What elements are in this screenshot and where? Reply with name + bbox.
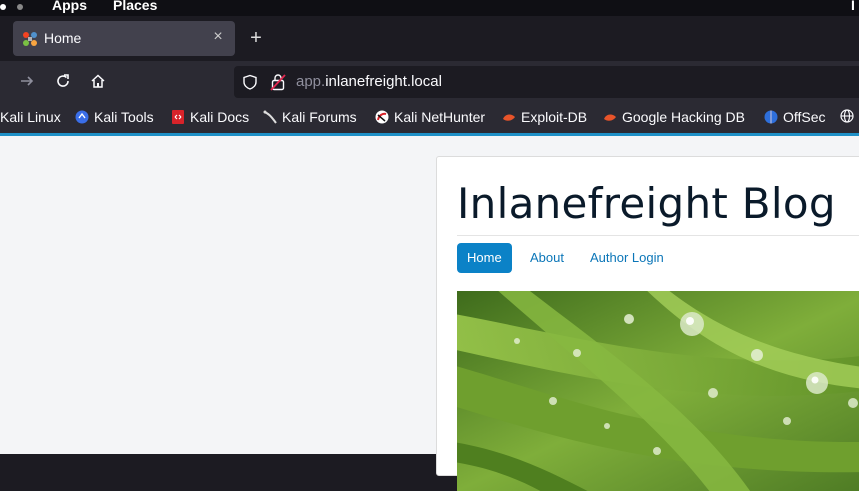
tracking-protection-shield-icon[interactable]: [242, 74, 258, 90]
nav-about-link[interactable]: About: [520, 243, 574, 273]
tab-title: Home: [44, 30, 82, 46]
bookmark-offsec[interactable]: OffSec: [764, 109, 826, 125]
ghdb-icon: [604, 114, 616, 121]
arrow-right-icon: [21, 76, 34, 86]
kali-nethunter-icon: [375, 110, 389, 124]
url-text[interactable]: app.inlanefreight.local: [296, 73, 442, 90]
bookmark-label: Kali Linux: [0, 109, 61, 125]
bookmark-label: Google Hacking DB: [622, 109, 745, 125]
blog-title: Inlanefreight Blog: [457, 179, 836, 228]
bookmark-more[interactable]: [840, 109, 859, 123]
nav-author-login-link[interactable]: Author Login: [580, 243, 674, 273]
bookmark-label: Kali NetHunter: [394, 109, 486, 125]
home-button[interactable]: [84, 69, 112, 95]
home-icon: [91, 74, 105, 88]
bookmarks-toolbar: Kali Linux Kali Tools Kali Docs Kali For…: [0, 103, 859, 133]
bookmark-google-hacking-db[interactable]: Google Hacking DB: [603, 109, 745, 125]
bookmark-kali-docs[interactable]: Kali Docs: [171, 109, 249, 125]
globe-icon: [840, 109, 854, 123]
blog-container: Inlanefreight Blog Home About Author Log…: [436, 156, 859, 491]
nav-home-link[interactable]: Home: [457, 243, 512, 273]
tab-home[interactable]: Home ×: [13, 21, 235, 56]
hero-image-grass-dew: [457, 291, 859, 491]
bookmark-label: Kali Tools: [94, 109, 154, 125]
hero-image-svg: [457, 291, 859, 491]
places-menu[interactable]: Places: [113, 0, 157, 13]
bookmark-kali-tools[interactable]: Kali Tools: [75, 109, 154, 125]
kali-docs-icon: [172, 110, 184, 124]
close-tab-icon[interactable]: ×: [209, 27, 227, 47]
bookmark-exploit-db[interactable]: Exploit-DB: [502, 109, 587, 125]
kali-forums-icon: [263, 110, 277, 124]
bookmark-kali-nethunter[interactable]: Kali NetHunter: [375, 109, 485, 125]
reload-button[interactable]: [49, 69, 77, 95]
workspace-dot-active: [0, 4, 6, 10]
bookmark-label: Exploit-DB: [521, 109, 588, 125]
bookmark-kali-forums[interactable]: Kali Forums: [263, 109, 357, 125]
insecure-lock-icon[interactable]: [270, 73, 286, 91]
apps-menu[interactable]: Apps: [52, 0, 87, 13]
tab-strip: Home × +: [0, 16, 859, 61]
reload-icon: [57, 74, 69, 87]
navigation-toolbar: app.inlanefreight.local: [0, 61, 859, 103]
url-domain: inlanefreight.local: [325, 73, 442, 90]
bookmark-label: Kali Docs: [190, 109, 250, 125]
workspace-indicator[interactable]: [0, 3, 26, 13]
forward-button[interactable]: [13, 69, 41, 95]
exploit-db-icon: [503, 114, 515, 121]
joomla-favicon-icon: [23, 32, 37, 46]
bookmark-kali-linux[interactable]: Kali Linux: [0, 109, 61, 125]
kali-tools-icon: [75, 110, 89, 124]
desktop-top-bar: Apps Places I: [0, 0, 859, 16]
workspace-dot: [17, 4, 23, 10]
bookmark-label: Kali Forums: [282, 109, 357, 125]
page-viewport: Inlanefreight Blog Home About Author Log…: [0, 136, 859, 491]
new-tab-button[interactable]: +: [245, 25, 267, 51]
address-bar[interactable]: app.inlanefreight.local: [234, 66, 859, 98]
offsec-icon: [764, 110, 778, 124]
top-bar-right-item[interactable]: I: [851, 0, 859, 13]
bookmark-label: OffSec: [783, 109, 826, 125]
url-subdomain: app.: [296, 73, 326, 90]
header-divider: [457, 235, 859, 236]
